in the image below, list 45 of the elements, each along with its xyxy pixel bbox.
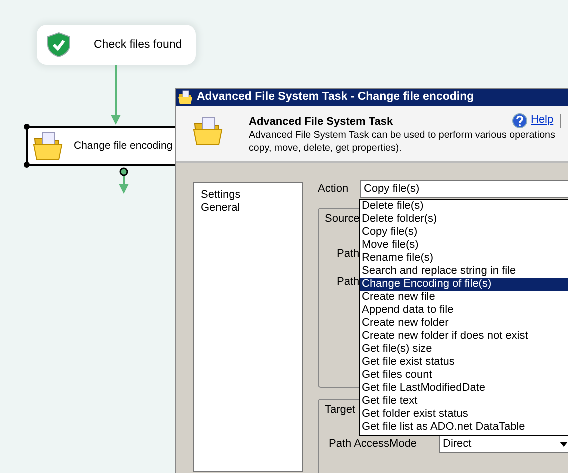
dropdown-option[interactable]: Delete file(s) <box>360 200 568 213</box>
nav-item[interactable]: General <box>201 202 295 215</box>
folder-icon <box>33 131 65 161</box>
dropdown-option[interactable]: Get file text <box>360 395 568 408</box>
dropdown-option[interactable]: Change Encoding of file(s) <box>360 278 568 291</box>
window-title: Advanced File System Task - Change file encoding <box>197 91 474 104</box>
node-label: Check files found <box>94 39 182 51</box>
folder-icon <box>193 116 225 146</box>
dropdown-option[interactable]: Create new file <box>360 291 568 304</box>
task-node[interactable]: Check files found <box>37 25 196 65</box>
resize-handle[interactable] <box>24 124 30 130</box>
help-link[interactable]: Help <box>531 114 554 126</box>
dropdown-option[interactable]: Get file LastModifiedDate <box>360 382 568 395</box>
shield-check-icon <box>47 32 71 58</box>
dropdown-option[interactable]: Get files count <box>360 369 568 382</box>
header-description: Advanced File System Task can be used to perform various operations <box>249 130 556 141</box>
dropdown-option[interactable]: Append data to file <box>360 304 568 317</box>
field-label: Path <box>337 248 360 260</box>
dropdown-option[interactable]: Get folder exist status <box>360 408 568 421</box>
action-dropdown[interactable]: Copy file(s) <box>360 180 568 198</box>
group-title: Target <box>325 404 356 416</box>
header-title: Advanced File System Task <box>249 116 394 128</box>
field-label: Path AccessMode <box>329 438 418 450</box>
dropdown-option[interactable]: Delete folder(s) <box>360 213 568 226</box>
dropdown-arrow-icon[interactable] <box>560 442 568 446</box>
connector-arrow <box>111 65 121 125</box>
resize-handle[interactable] <box>24 162 30 168</box>
dropdown-option[interactable]: Get file list as ADO.net DataTable <box>360 421 568 434</box>
node-label: Change file encoding <box>74 140 173 152</box>
nav-item[interactable]: Settings <box>201 189 295 202</box>
group-title: Source <box>325 213 360 225</box>
dropdown-option[interactable]: Rename file(s) <box>360 252 568 265</box>
help-icon[interactable] <box>512 112 528 129</box>
connector-arrow[interactable] <box>118 167 130 194</box>
dropdown-option[interactable]: Create new folder <box>360 317 568 330</box>
dropdown-option[interactable]: Get file(s) size <box>360 343 568 356</box>
field-label: Path <box>337 276 360 288</box>
access-mode-dropdown[interactable]: Direct <box>439 435 568 453</box>
dropdown-option[interactable]: Move file(s) <box>360 239 568 252</box>
dropdown-option[interactable]: Copy file(s) <box>360 226 568 239</box>
dropdown-option[interactable]: Get file exist status <box>360 356 568 369</box>
action-label: Action <box>318 183 350 195</box>
dropdown-option[interactable]: Search and replace string in file <box>360 265 568 278</box>
header-description: copy, move, delete, get properties). <box>249 142 403 154</box>
dropdown-option[interactable]: Create new folder if does not exist <box>360 330 568 343</box>
